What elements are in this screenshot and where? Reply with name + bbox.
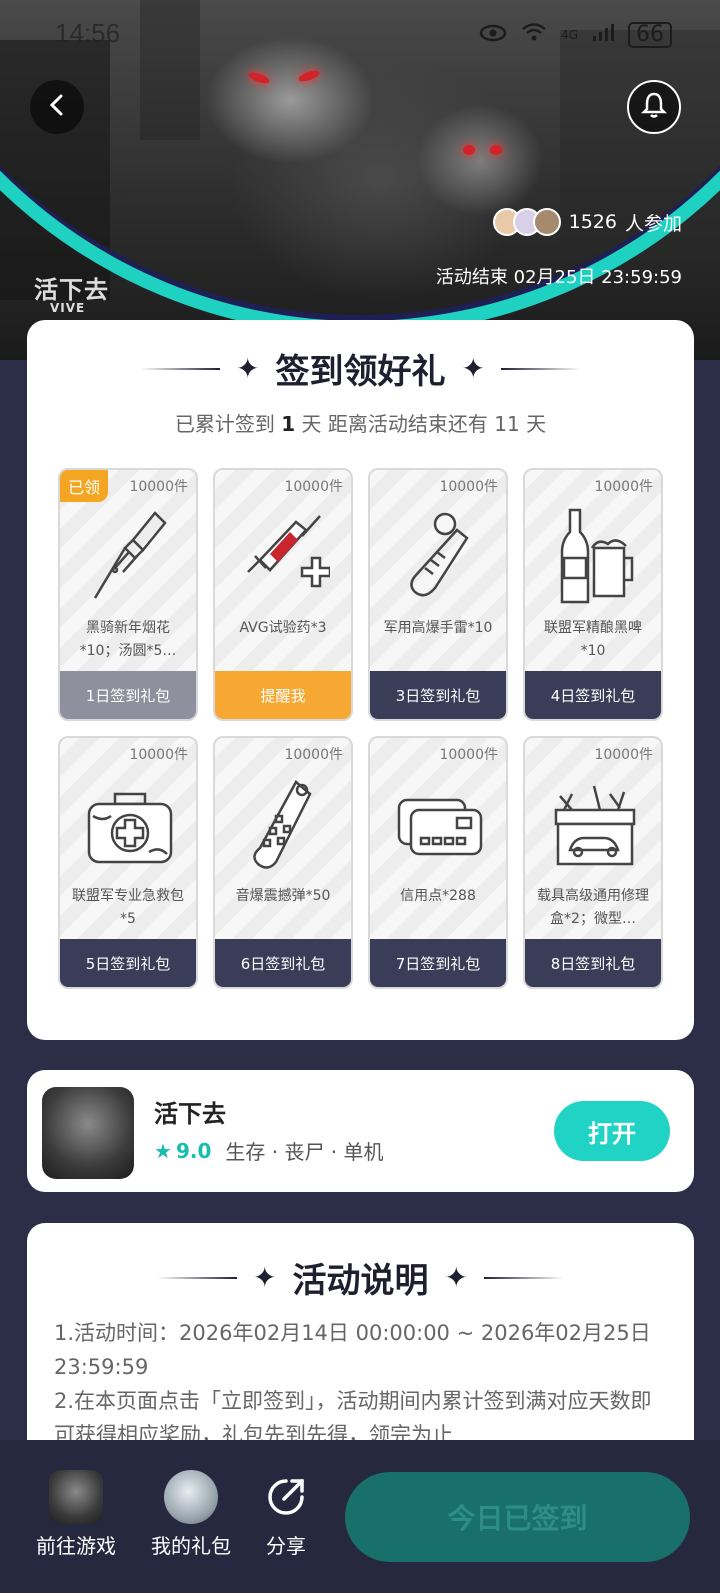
gift-name: 音爆震撼弹*50 — [235, 888, 331, 904]
activity-end-time: 活动结束 02月25日 23:59:59 — [435, 267, 682, 288]
remind-me-button[interactable]: 提醒我 — [215, 671, 351, 719]
divider — [140, 367, 221, 370]
status-time: 14:56 — [55, 18, 121, 48]
share-button[interactable]: 分享 — [236, 1470, 336, 1559]
gift-card-day5: 10000件 联盟军专业急救包*5 5日签到礼包 — [58, 736, 198, 989]
game-thumbnail-icon — [49, 1470, 103, 1524]
grenade-icon — [395, 508, 485, 608]
chevron-left-icon — [47, 94, 67, 120]
gift-quantity: 10000件 — [129, 747, 188, 763]
checked-in-today-button[interactable]: 今日已签到 — [345, 1472, 690, 1562]
participants-counter: 1526 人参加 — [492, 208, 682, 236]
gift-card-day2: 10000件 AVG试验药*3 提醒我 — [213, 468, 353, 721]
game-card[interactable]: 活下去 ★ 9.0 生存 · 丧尸 · 单机 打开 — [27, 1070, 694, 1192]
notification-button[interactable] — [627, 80, 681, 134]
my-gifts-label: 我的礼包 — [151, 1534, 231, 1558]
gift-card-day7: 10000件 信用点*288 7日签到礼包 — [368, 736, 508, 989]
sparkle-icon: ✦ — [236, 352, 260, 385]
divider — [483, 1276, 564, 1279]
participants-suffix: 人参加 — [624, 212, 682, 235]
bottom-action-bar: 前往游戏 我的礼包 分享 今日已签到 — [0, 1440, 720, 1593]
gift-quantity: 10000件 — [594, 479, 653, 495]
activity-page: 活下去 VIVE 1526 人参加 活动结束 02月25日 23:59:59 1… — [0, 0, 720, 1593]
divider — [157, 1276, 238, 1279]
gift-quantity: 10000件 — [284, 479, 343, 495]
back-button[interactable] — [30, 80, 84, 134]
signin-stats: 已累计签到 1 天 距离活动结束还有 11 天 — [174, 412, 547, 436]
gift-action-button[interactable]: 1日签到礼包 — [60, 671, 196, 719]
sparkle-icon: ✦ — [253, 1261, 277, 1294]
beer-icon — [550, 508, 640, 608]
gift-card-day8: 10000件 载具高级通用修理盒*2；微型… 8日签到礼包 — [523, 736, 663, 989]
my-gifts-button[interactable]: 我的礼包 — [141, 1470, 241, 1559]
game-rating: ★ 9.0 — [154, 1138, 212, 1163]
go-to-game-button[interactable]: 前往游戏 — [26, 1470, 126, 1559]
share-label: 分享 — [266, 1534, 306, 1558]
status-bar: 14:56 4G 66 — [0, 0, 720, 70]
open-game-button[interactable]: 打开 — [554, 1101, 670, 1161]
signin-card: ✦ 签到领好礼 ✦ 已累计签到 1 天 距离活动结束还有 11 天 已领 100… — [27, 320, 694, 1040]
network-type: 4G — [561, 28, 578, 42]
go-to-game-label: 前往游戏 — [36, 1534, 116, 1558]
gift-quantity: 10000件 — [284, 747, 343, 763]
flashbang-icon — [240, 776, 330, 876]
gift-quantity: 10000件 — [439, 479, 498, 495]
description-title: 活动说明 — [292, 1261, 429, 1301]
gift-name: 载具高级通用修理盒*2；微型… — [537, 888, 649, 927]
gift-action-button[interactable]: 4日签到礼包 — [525, 671, 661, 719]
gift-name: 联盟军专业急救包*5 — [72, 888, 184, 927]
gift-name: 军用高爆手雷*10 — [383, 620, 493, 636]
gift-card-day1: 已领 10000件 黑骑新年烟花*10；汤圆*5… 1日签到礼包 — [58, 468, 198, 721]
signin-title-row: ✦ 签到领好礼 ✦ — [27, 344, 694, 393]
gift-quantity: 10000件 — [594, 747, 653, 763]
battery-indicator: 66 — [628, 22, 672, 48]
gift-name: AVG试验药*3 — [239, 620, 327, 636]
gift-name: 联盟军精酿黑啤*10 — [544, 620, 642, 659]
signal-icon — [592, 22, 614, 48]
star-icon: ★ — [154, 1138, 172, 1163]
gift-action-button[interactable]: 8日签到礼包 — [525, 939, 661, 987]
description-line-1: 1.活动时间：2026年02月14日 00:00:00 ~ 2026年02月25… — [54, 1321, 651, 1379]
avatar — [532, 208, 561, 236]
description-title-row: ✦ 活动说明 ✦ — [27, 1253, 694, 1302]
gift-name: 黑骑新年烟花*10；汤圆*5… — [79, 620, 177, 659]
sparkle-icon: ✦ — [444, 1261, 468, 1294]
signin-title: 签到领好礼 — [275, 352, 446, 392]
game-app-icon — [42, 1087, 134, 1179]
toolbox-icon — [550, 776, 640, 876]
credit-card-icon — [395, 776, 485, 876]
participants-count: 1526 — [568, 211, 617, 233]
gift-action-button[interactable]: 5日签到礼包 — [60, 939, 196, 987]
gift-card-day3: 10000件 军用高爆手雷*10 3日签到礼包 — [368, 468, 508, 721]
eye-icon — [479, 23, 507, 48]
gift-action-button[interactable]: 6日签到礼包 — [215, 939, 351, 987]
sparkle-icon: ✦ — [461, 352, 485, 385]
status-icons: 4G 66 — [479, 22, 672, 48]
gift-quantity: 10000件 — [129, 479, 188, 495]
gift-card-day6: 10000件 音爆震撼弹*50 6日签到礼包 — [213, 736, 353, 989]
syringe-icon — [240, 508, 332, 608]
gift-action-button[interactable]: 7日签到礼包 — [370, 939, 506, 987]
gift-name: 信用点*288 — [400, 888, 476, 904]
first-aid-kit-icon — [85, 776, 175, 876]
gift-quantity: 10000件 — [439, 747, 498, 763]
gift-action-button[interactable]: 3日签到礼包 — [370, 671, 506, 719]
divider — [500, 367, 581, 370]
gift-pack-icon — [164, 1470, 218, 1524]
bell-icon — [640, 91, 668, 123]
wifi-icon — [521, 22, 547, 48]
game-name: 活下去 — [154, 1100, 226, 1128]
game-meta: ★ 9.0 生存 · 丧尸 · 单机 — [154, 1136, 384, 1165]
share-icon — [259, 1470, 313, 1524]
description-text: 1.活动时间：2026年02月14日 00:00:00 ~ 2026年02月25… — [54, 1316, 664, 1452]
game-tags: 生存 · 丧尸 · 单机 — [225, 1140, 384, 1164]
firework-icon — [85, 508, 175, 608]
game-logo: 活下去 VIVE — [34, 276, 109, 315]
gift-grid: 已领 10000件 黑骑新年烟花*10；汤圆*5… 1日签到礼包 10000件 — [58, 468, 663, 989]
participant-avatars — [492, 208, 561, 236]
claimed-badge: 已领 — [60, 470, 109, 502]
gift-card-day4: 10000件 联盟军精酿黑啤*10 4日签到礼包 — [523, 468, 663, 721]
